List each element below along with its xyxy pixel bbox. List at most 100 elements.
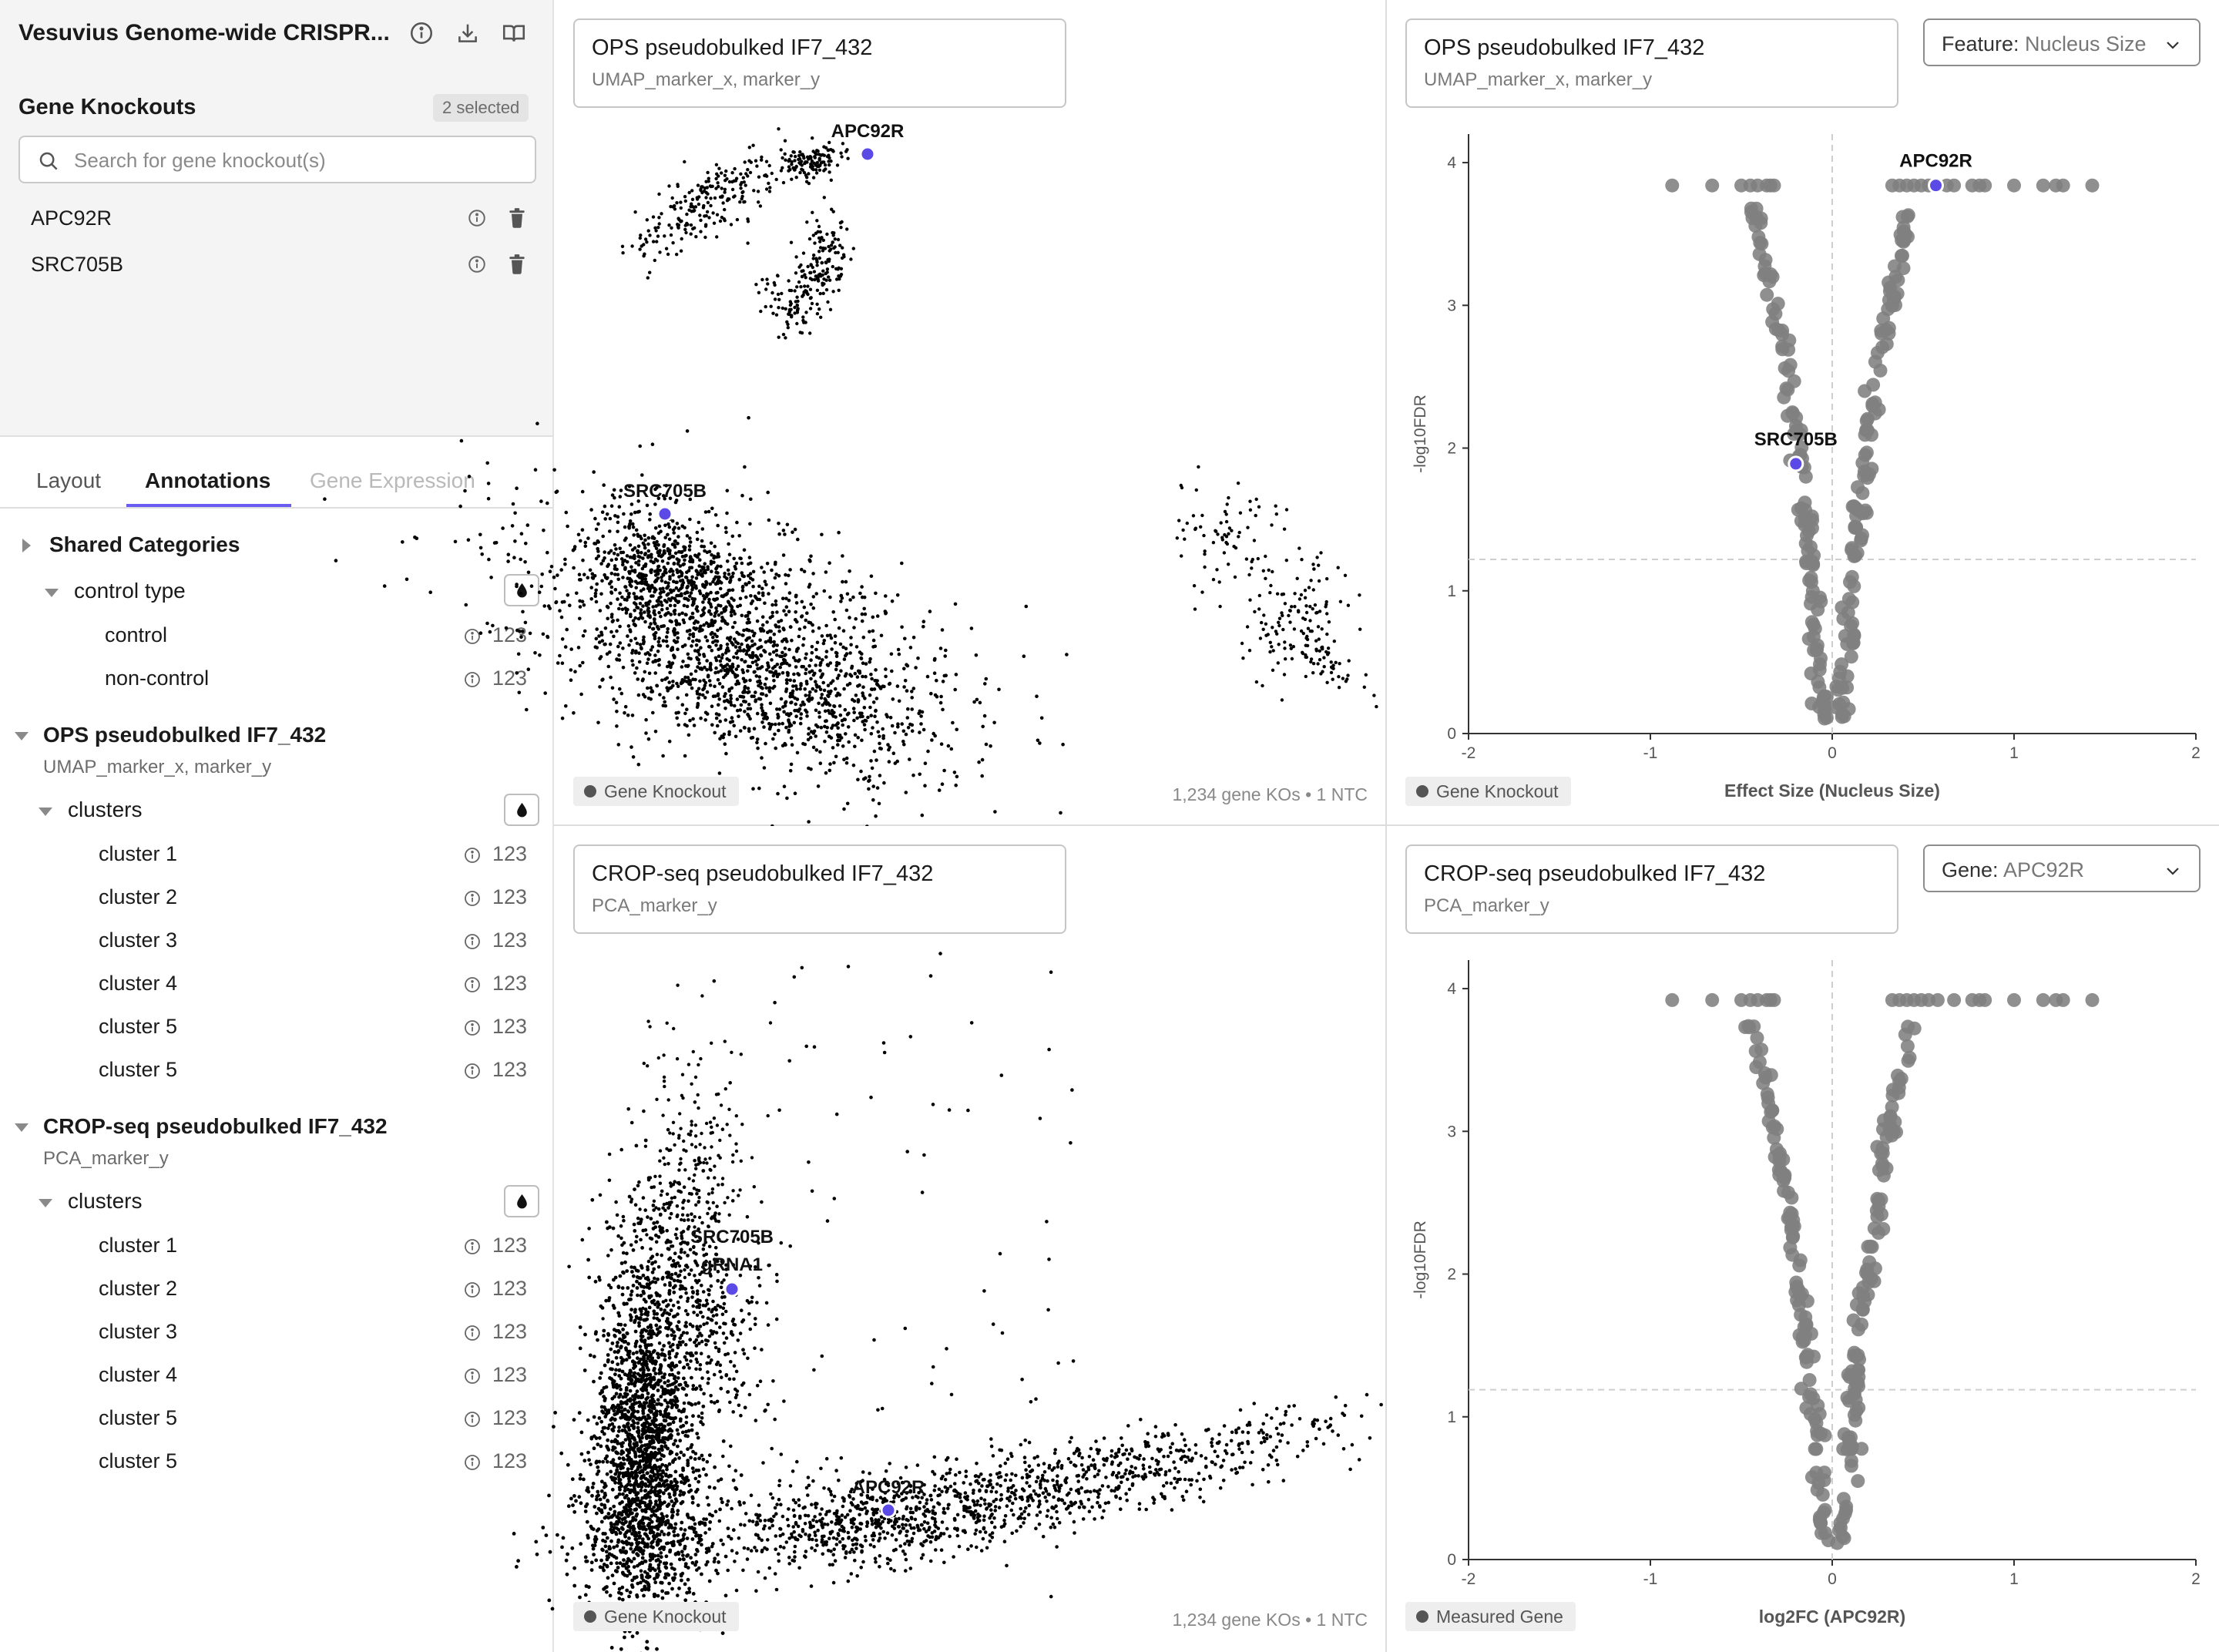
volcano-plot[interactable]: 01234-2 -1 0 1 2-log10FDREffect Size (Nucleu… <box>1387 0 2219 824</box>
data-point <box>828 307 833 311</box>
data-point <box>626 592 631 596</box>
color-by-button[interactable] <box>504 574 539 606</box>
data-point <box>844 761 849 765</box>
info-icon[interactable] <box>467 254 487 274</box>
info-icon[interactable] <box>463 975 482 994</box>
dataset-card[interactable]: OPS pseudobulked IF7_432 UMAP_marker_x, … <box>1405 18 1898 108</box>
category-item[interactable]: cluster 1 123 <box>0 834 552 873</box>
info-icon[interactable] <box>463 627 482 646</box>
info-icon[interactable] <box>467 208 487 228</box>
search-input[interactable] <box>74 143 521 177</box>
dataset-header-ops[interactable]: OPS pseudobulked IF7_432 <box>0 717 552 755</box>
data-point <box>630 659 634 663</box>
data-point <box>1320 627 1324 631</box>
tab-annotations[interactable]: Annotations <box>145 468 270 493</box>
data-point <box>676 599 681 604</box>
feature-dropdown[interactable]: Feature: Nucleus Size <box>1923 18 2201 66</box>
data-point <box>1283 602 1287 606</box>
category-count: 123 <box>492 667 528 690</box>
tab-gene-expression[interactable]: Gene Expression <box>310 468 475 493</box>
data-point <box>616 1403 621 1408</box>
data-point <box>651 560 656 565</box>
data-point <box>599 1419 604 1424</box>
color-by-button[interactable] <box>504 794 539 826</box>
info-icon[interactable] <box>463 889 482 908</box>
data-point <box>618 1487 622 1492</box>
info-icon[interactable] <box>463 1367 482 1385</box>
dataset-header-crop[interactable]: CROP-seq pseudobulked IF7_432 <box>0 1108 552 1147</box>
volcano-point <box>1855 485 1870 500</box>
category-item[interactable]: cluster 5 123 <box>0 1398 552 1437</box>
gene-knockout-item[interactable]: APC92R <box>0 197 552 240</box>
data-point <box>703 214 707 218</box>
dataset-card[interactable]: OPS pseudobulked IF7_432 UMAP_marker_x, … <box>573 18 1066 108</box>
data-point <box>623 566 627 570</box>
data-point <box>677 549 681 554</box>
info-icon[interactable] <box>463 1019 482 1037</box>
download-icon[interactable] <box>455 20 481 46</box>
data-point <box>826 683 831 687</box>
data-point <box>632 1366 636 1370</box>
data-point <box>801 643 805 647</box>
data-point <box>650 1435 654 1439</box>
data-point <box>736 664 740 668</box>
data-point <box>946 744 951 748</box>
category-group-row[interactable]: clusters <box>0 1183 552 1221</box>
trash-icon[interactable] <box>507 254 527 275</box>
data-point <box>768 636 773 640</box>
trash-icon[interactable] <box>507 207 527 229</box>
category-group-row[interactable]: control type <box>0 572 552 611</box>
info-icon[interactable] <box>463 1453 482 1472</box>
category-item[interactable]: control 123 <box>0 616 552 654</box>
category-item[interactable]: cluster 2 123 <box>0 1269 552 1308</box>
category-item[interactable]: non-control 123 <box>0 659 552 697</box>
color-by-button[interactable] <box>504 1185 539 1217</box>
category-item[interactable]: cluster 5 123 <box>0 1050 552 1089</box>
info-icon[interactable] <box>463 670 482 689</box>
category-item[interactable]: cluster 5 123 <box>0 1442 552 1480</box>
info-icon[interactable] <box>463 932 482 951</box>
category-item[interactable]: cluster 1 123 <box>0 1226 552 1264</box>
data-point <box>793 159 797 163</box>
data-point <box>935 678 938 683</box>
umap-scatter-plot[interactable]: APC92RSRC705B <box>323 0 1385 831</box>
shared-categories-header[interactable]: Shared Categories <box>0 526 552 565</box>
category-group-row[interactable]: clusters <box>0 791 552 830</box>
category-item[interactable]: cluster 4 123 <box>0 1355 552 1394</box>
data-point <box>741 574 746 579</box>
info-icon[interactable] <box>463 846 482 865</box>
data-point <box>825 726 829 730</box>
tab-layout[interactable]: Layout <box>36 468 101 493</box>
data-point <box>660 1385 664 1389</box>
category-item[interactable]: cluster 2 123 <box>0 878 552 916</box>
data-point <box>845 227 849 231</box>
data-point <box>809 767 813 771</box>
info-icon[interactable] <box>463 1237 482 1256</box>
data-point <box>795 321 799 326</box>
book-open-icon[interactable] <box>501 20 527 46</box>
legend-chip[interactable]: Gene Knockout <box>573 777 739 806</box>
data-point <box>488 630 492 634</box>
category-item[interactable]: cluster 3 123 <box>0 921 552 959</box>
data-point <box>630 1634 635 1639</box>
data-point <box>702 545 707 549</box>
legend-chip[interactable]: Gene Knockout <box>1405 777 1571 806</box>
data-point <box>775 674 780 679</box>
data-point <box>668 1449 673 1454</box>
gene-knockout-item[interactable]: SRC705B <box>0 243 552 287</box>
data-point <box>757 683 760 688</box>
pca-scatter-plot[interactable]: SRC705BgRNA1APC92R <box>512 826 1486 1652</box>
category-item[interactable]: cluster 4 123 <box>0 964 552 1002</box>
info-icon[interactable] <box>463 1062 482 1080</box>
category-item[interactable]: cluster 3 123 <box>0 1312 552 1351</box>
info-icon[interactable] <box>463 1410 482 1429</box>
data-point <box>869 574 874 579</box>
gene-knockout-search[interactable] <box>18 136 536 183</box>
category-item[interactable]: cluster 5 123 <box>0 1007 552 1046</box>
info-icon[interactable] <box>463 1324 482 1342</box>
data-point <box>775 274 780 277</box>
info-icon[interactable] <box>408 20 435 46</box>
data-point <box>591 576 596 580</box>
info-icon[interactable] <box>463 1281 482 1299</box>
data-point <box>725 657 729 661</box>
